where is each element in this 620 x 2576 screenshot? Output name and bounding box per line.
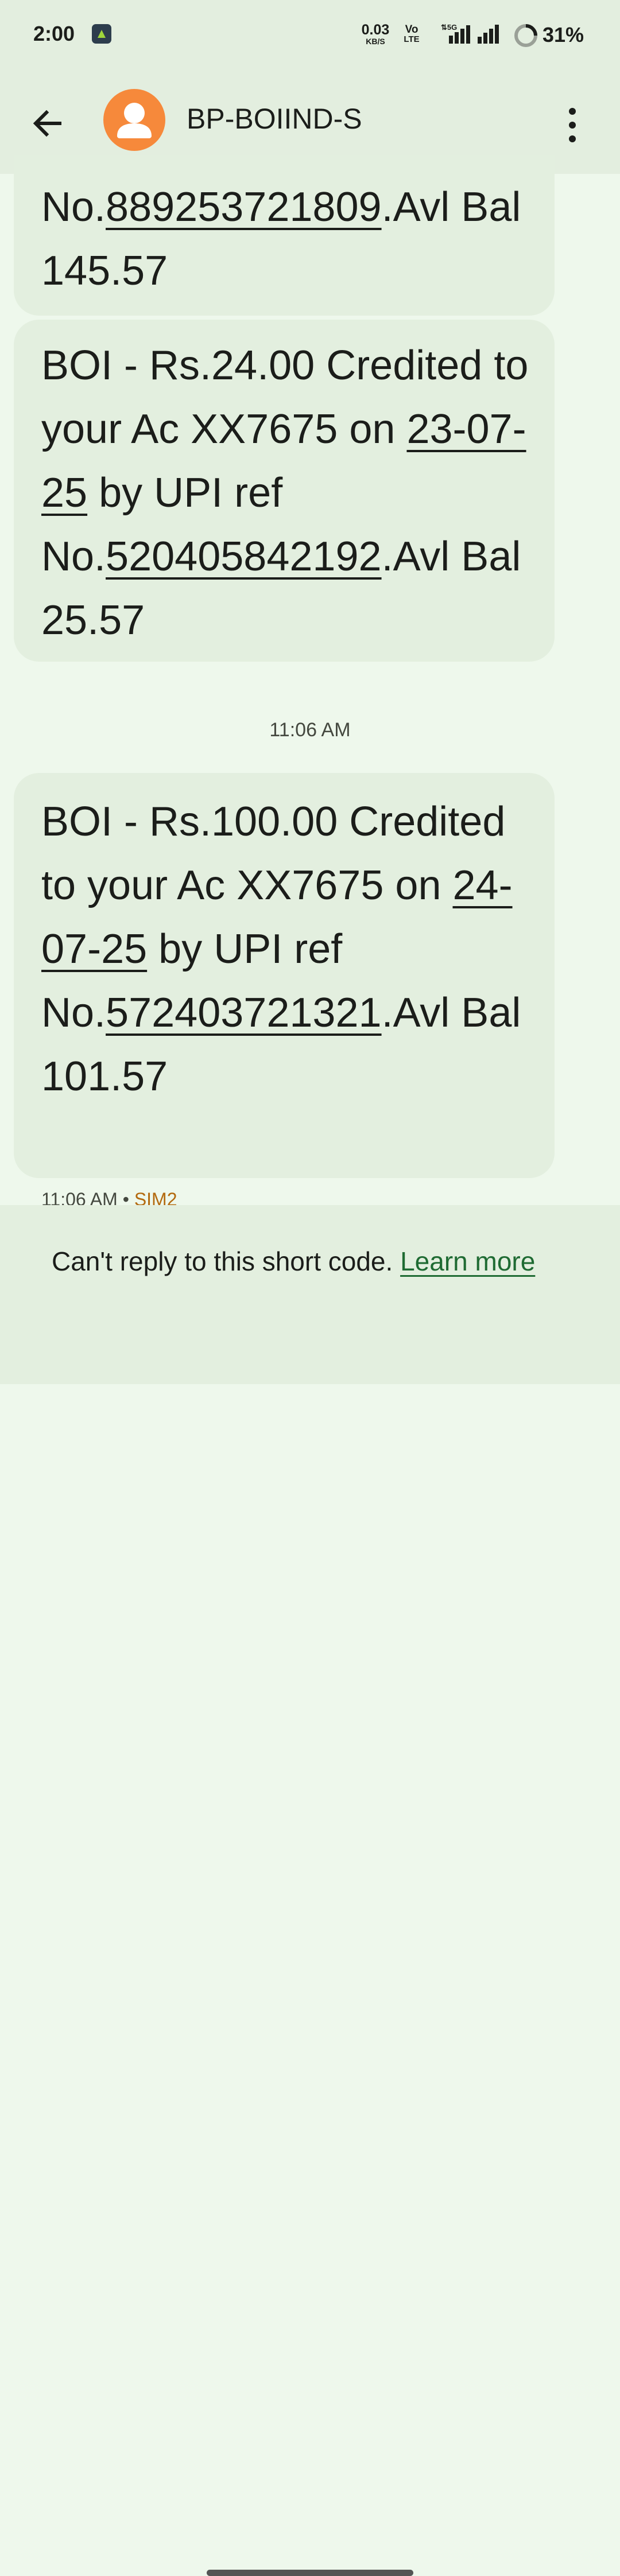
message-bubble[interactable]: BOI - Rs.24.00 Credited to your Ac XX767… [14,320,555,662]
volte-indicator: Vo LTE [404,24,420,44]
person-icon [117,103,152,138]
arrow-back-icon [33,110,61,137]
message-bubble[interactable]: No.889253721809.Avl Bal 145.57 [14,155,555,316]
battery-icon [513,23,538,51]
battery-percent: 31% [542,23,584,46]
signal-5g-icon: ⇅5G [441,23,473,49]
reference-number-link[interactable]: 572403721321 [106,990,382,1036]
status-time: 2:00 [33,22,75,45]
timestamp-divider: 11:06 AM [269,719,351,741]
signal-icon [476,23,506,49]
status-bar: 2:00 0.03 KB/S Vo LTE ⇅5G 31% [0,0,620,69]
message-text: No.889253721809.Avl Bal 145.57 [41,184,521,294]
reference-number-link[interactable]: 520405842192 [106,534,382,580]
avatar[interactable] [103,89,165,151]
message-text: BOI - Rs.100.00 Credited to your Ac XX76… [41,799,521,1099]
reference-number-link[interactable]: 889253721809 [106,184,382,230]
more-vert-icon [569,108,576,142]
svg-text:⇅5G: ⇅5G [441,23,457,32]
message-text: BOI - Rs.24.00 Credited to your Ac XX767… [41,343,529,643]
conversation-title[interactable]: BP-BOIIND-S [187,102,362,135]
back-button[interactable] [28,103,68,143]
app-notification-icon [92,24,111,44]
network-speed: 0.03 KB/S [361,22,390,46]
more-options-button[interactable] [557,102,588,148]
learn-more-link[interactable]: Learn more [400,1246,535,1276]
message-bubble[interactable]: BOI - Rs.100.00 Credited to your Ac XX76… [14,773,555,1178]
reply-notice-text: Can't reply to this short code. Learn mo… [52,1246,536,1276]
home-indicator[interactable] [207,2570,413,2576]
reply-notice-bar: Can't reply to this short code. Learn mo… [0,1205,620,2576]
